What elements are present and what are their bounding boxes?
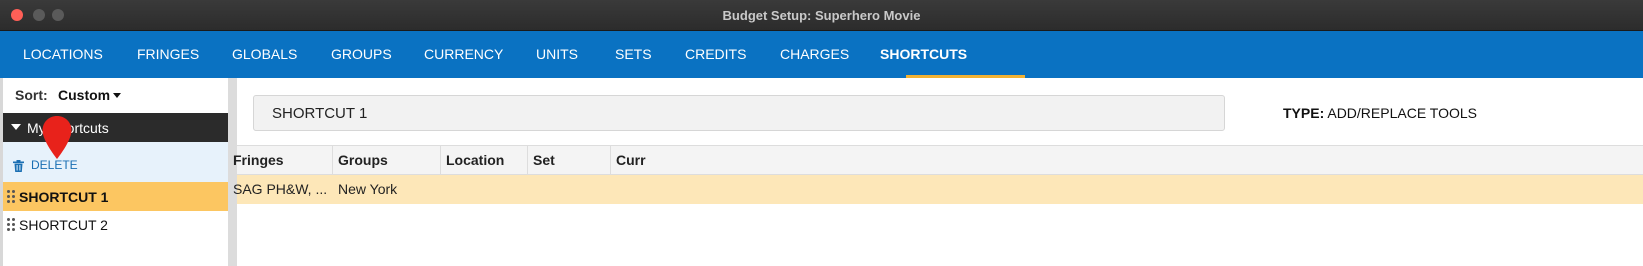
tab-globals[interactable]: GLOBALS — [232, 31, 297, 78]
shortcut-name-input[interactable] — [253, 95, 1225, 131]
column-header-curr[interactable]: Curr — [611, 146, 811, 174]
sort-label: Sort: — [15, 87, 48, 103]
table-row[interactable]: SAG PH&W, ... New York — [233, 175, 1643, 204]
cell-set[interactable] — [528, 175, 611, 204]
tab-charges[interactable]: CHARGES — [780, 31, 849, 78]
cell-location[interactable] — [441, 175, 528, 204]
table-header: Fringes Groups Location Set Curr — [233, 145, 1643, 175]
column-header-groups[interactable]: Groups — [333, 146, 441, 174]
delete-button[interactable]: DELETE — [31, 158, 78, 172]
type-value: ADD/REPLACE TOOLS — [1327, 105, 1478, 121]
shortcut-list-item[interactable]: SHORTCUT 1 — [3, 182, 228, 211]
disclosure-triangle-icon[interactable] — [11, 124, 21, 130]
tab-shortcuts[interactable]: SHORTCUTS — [880, 31, 967, 78]
shortcut-item-label: SHORTCUT 2 — [19, 217, 108, 233]
tab-fringes[interactable]: FRINGES — [137, 31, 199, 78]
tab-groups[interactable]: GROUPS — [331, 31, 392, 78]
tab-credits[interactable]: CREDITS — [685, 31, 746, 78]
sort-dropdown[interactable]: Custom — [58, 87, 110, 103]
drag-handle-icon[interactable] — [7, 218, 15, 232]
column-header-set[interactable]: Set — [528, 146, 611, 174]
cell-groups[interactable]: New York — [333, 175, 441, 204]
cell-fringes[interactable]: SAG PH&W, ... — [228, 175, 333, 204]
chevron-down-icon[interactable] — [113, 93, 121, 98]
column-header-fringes[interactable]: Fringes — [228, 146, 333, 174]
tab-sets[interactable]: SETS — [615, 31, 652, 78]
cell-curr[interactable] — [611, 175, 811, 204]
window-title: Budget Setup: Superhero Movie — [722, 8, 921, 23]
tab-currency[interactable]: CURRENCY — [424, 31, 503, 78]
tab-units[interactable]: UNITS — [536, 31, 578, 78]
column-header-location[interactable]: Location — [441, 146, 528, 174]
tab-bar: LOCATIONS FRINGES GLOBALS GROUPS CURRENC… — [0, 31, 1643, 78]
shortcut-item-label: SHORTCUT 1 — [19, 189, 109, 205]
type-label: TYPE: — [1283, 105, 1325, 121]
drag-handle-icon[interactable] — [7, 190, 15, 204]
sidebar: Sort: Custom My Shortcuts DELETE SHORTCU… — [3, 78, 228, 266]
sort-row: Sort: Custom — [3, 78, 228, 113]
shortcut-list-item[interactable]: SHORTCUT 2 — [3, 210, 228, 239]
shortcut-type: TYPE: ADD/REPLACE TOOLS — [1283, 105, 1477, 121]
main-panel: TYPE: ADD/REPLACE TOOLS Fringes Groups L… — [233, 78, 1643, 266]
shortcut-group-header[interactable]: My Shortcuts — [3, 113, 228, 142]
tab-locations[interactable]: LOCATIONS — [23, 31, 103, 78]
map-pin-icon — [42, 116, 72, 159]
trash-icon[interactable] — [13, 159, 24, 177]
title-bar: Budget Setup: Superhero Movie — [0, 0, 1643, 31]
